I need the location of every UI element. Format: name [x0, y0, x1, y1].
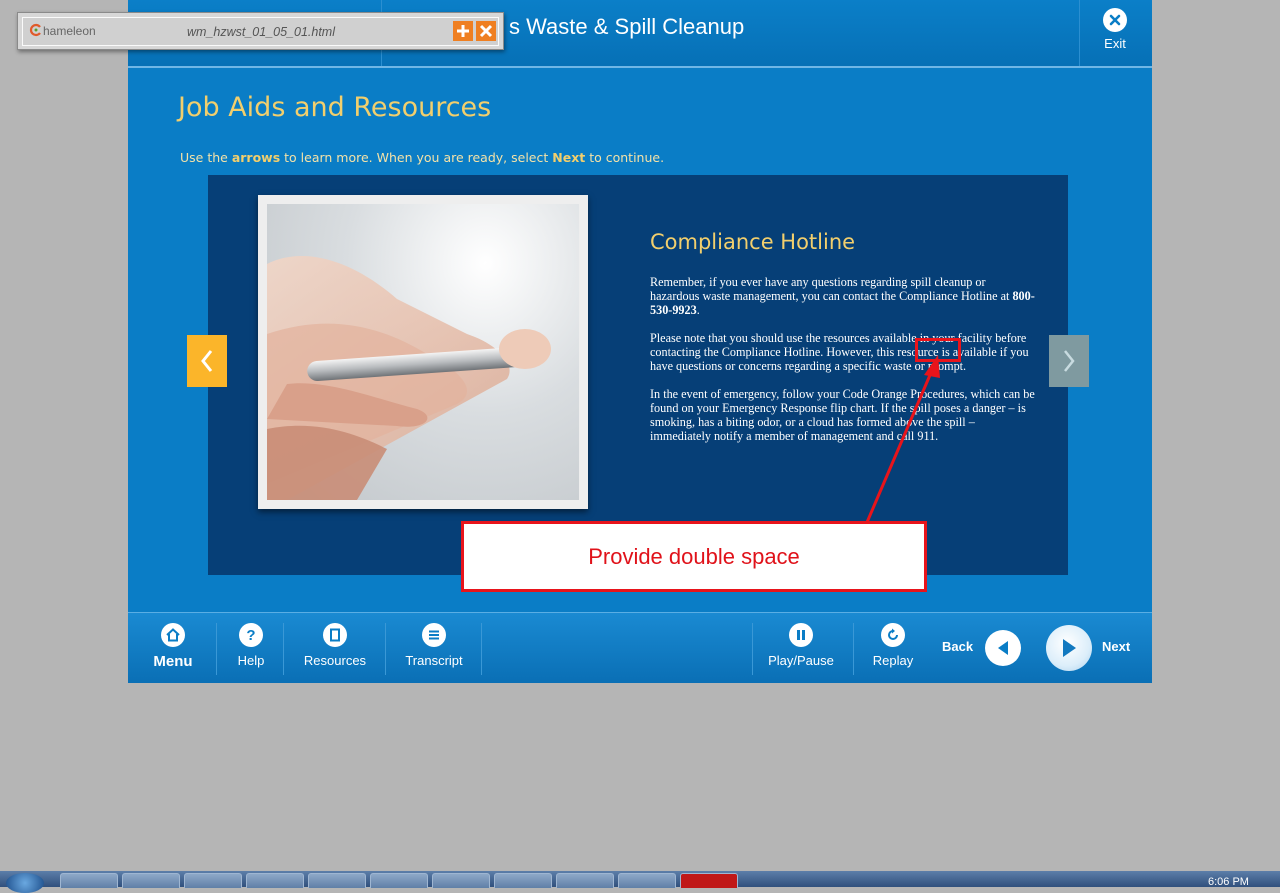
instruction-part: Use the: [180, 150, 232, 165]
play-pause-label: Play/Pause: [768, 653, 834, 668]
taskbar-app[interactable]: [60, 873, 118, 888]
footer-divider: [385, 623, 386, 675]
annotation-highlight-box: [915, 338, 961, 362]
system-clock: 6:06 PM: [1208, 876, 1249, 888]
taskbar-app[interactable]: [432, 873, 490, 888]
taskbar-app[interactable]: [122, 873, 180, 888]
instruction-part: to continue.: [585, 150, 665, 165]
taskbar-app[interactable]: [680, 873, 738, 888]
footer-divider: [752, 623, 753, 675]
exit-label: Exit: [1104, 36, 1126, 51]
chameleon-logo-icon: [29, 23, 41, 37]
paragraph-1: Remember, if you ever have any questions…: [650, 275, 1035, 317]
resources-label: Resources: [303, 653, 367, 668]
help-label: Help: [237, 653, 265, 668]
chevron-right-icon: [1064, 350, 1075, 372]
transcript-label: Transcript: [405, 653, 463, 668]
footer-divider: [853, 623, 854, 675]
hotline-body: Remember, if you ever have any questions…: [650, 275, 1035, 457]
close-icon: [1103, 8, 1127, 32]
replay-label: Replay: [872, 653, 914, 668]
triangle-right-icon: [1063, 639, 1076, 657]
resources-button[interactable]: Resources: [298, 623, 372, 668]
menu-button[interactable]: Menu: [148, 623, 198, 670]
home-icon: [161, 623, 185, 647]
list-icon: [422, 623, 446, 647]
instruction-part: to learn more. When you are ready, selec…: [280, 150, 553, 165]
start-button[interactable]: [6, 873, 44, 893]
document-icon: [323, 623, 347, 647]
taskbar-app[interactable]: [556, 873, 614, 888]
chameleon-toolbar[interactable]: hameleon wm_hzwst_01_05_01.html: [17, 12, 504, 50]
instruction-next-word: Next: [552, 150, 586, 165]
back-label[interactable]: Back: [942, 639, 973, 654]
expand-button[interactable]: [453, 21, 473, 41]
exit-button[interactable]: Exit: [1090, 8, 1140, 58]
photo-frame: [258, 195, 588, 509]
chameleon-toolbar-inner: hameleon wm_hzwst_01_05_01.html: [22, 17, 499, 46]
pause-icon: [789, 623, 813, 647]
chameleon-filename: wm_hzwst_01_05_01.html: [187, 25, 335, 39]
help-icon: ?: [239, 623, 263, 647]
footer-divider: [216, 623, 217, 675]
footer-divider: [481, 623, 482, 675]
footer-nav: Menu ? Help Resources Transcript Play/Pa…: [128, 612, 1152, 683]
taskbar-app[interactable]: [184, 873, 242, 888]
chameleon-logo: hameleon: [29, 23, 96, 38]
menu-label: Menu: [153, 653, 193, 670]
taskbar-app[interactable]: [246, 873, 304, 888]
taskbar-app[interactable]: [494, 873, 552, 888]
chameleon-logo-text: hameleon: [43, 24, 96, 38]
hotline-heading: Compliance Hotline: [650, 230, 856, 254]
page-title: Job Aids and Resources: [178, 92, 492, 123]
close-icon: [479, 24, 493, 38]
next-slide-arrow[interactable]: [1049, 335, 1089, 387]
replay-icon: [881, 623, 905, 647]
play-pause-button[interactable]: Play/Pause: [764, 623, 838, 668]
phone-in-hand-image: [267, 204, 579, 500]
back-button[interactable]: [985, 630, 1021, 666]
transcript-button[interactable]: Transcript: [398, 623, 470, 668]
toolbar-close-button[interactable]: [476, 21, 496, 41]
annotation-callout: Provide double space: [461, 521, 927, 592]
taskbar-app[interactable]: [370, 873, 428, 888]
instruction-text: Use the arrows to learn more. When you a…: [180, 150, 664, 165]
paragraph-1-text: Remember, if you ever have any questions…: [650, 275, 1013, 303]
help-button[interactable]: ? Help: [229, 623, 273, 668]
previous-slide-arrow[interactable]: [187, 335, 227, 387]
content-panel: Compliance Hotline Remember, if you ever…: [208, 175, 1068, 575]
paragraph-1-end: .: [696, 303, 700, 317]
next-button[interactable]: [1046, 625, 1092, 671]
chevron-left-icon: [201, 350, 213, 372]
instruction-arrows-word: arrows: [231, 150, 281, 165]
footer-divider: [283, 623, 284, 675]
plus-icon: [457, 25, 469, 37]
replay-button[interactable]: Replay: [868, 623, 918, 668]
header-divider: [1079, 0, 1080, 66]
windows-taskbar: 6:06 PM: [0, 871, 1280, 893]
next-label[interactable]: Next: [1102, 639, 1130, 654]
course-title: s Waste & Spill Cleanup: [509, 14, 745, 39]
paragraph-2: Please note that you should use the reso…: [650, 331, 1029, 373]
triangle-left-icon: [998, 641, 1008, 655]
taskbar-app[interactable]: [308, 873, 366, 888]
paragraph-3: In the event of emergency, follow your C…: [650, 387, 1035, 443]
taskbar-app[interactable]: [618, 873, 676, 888]
